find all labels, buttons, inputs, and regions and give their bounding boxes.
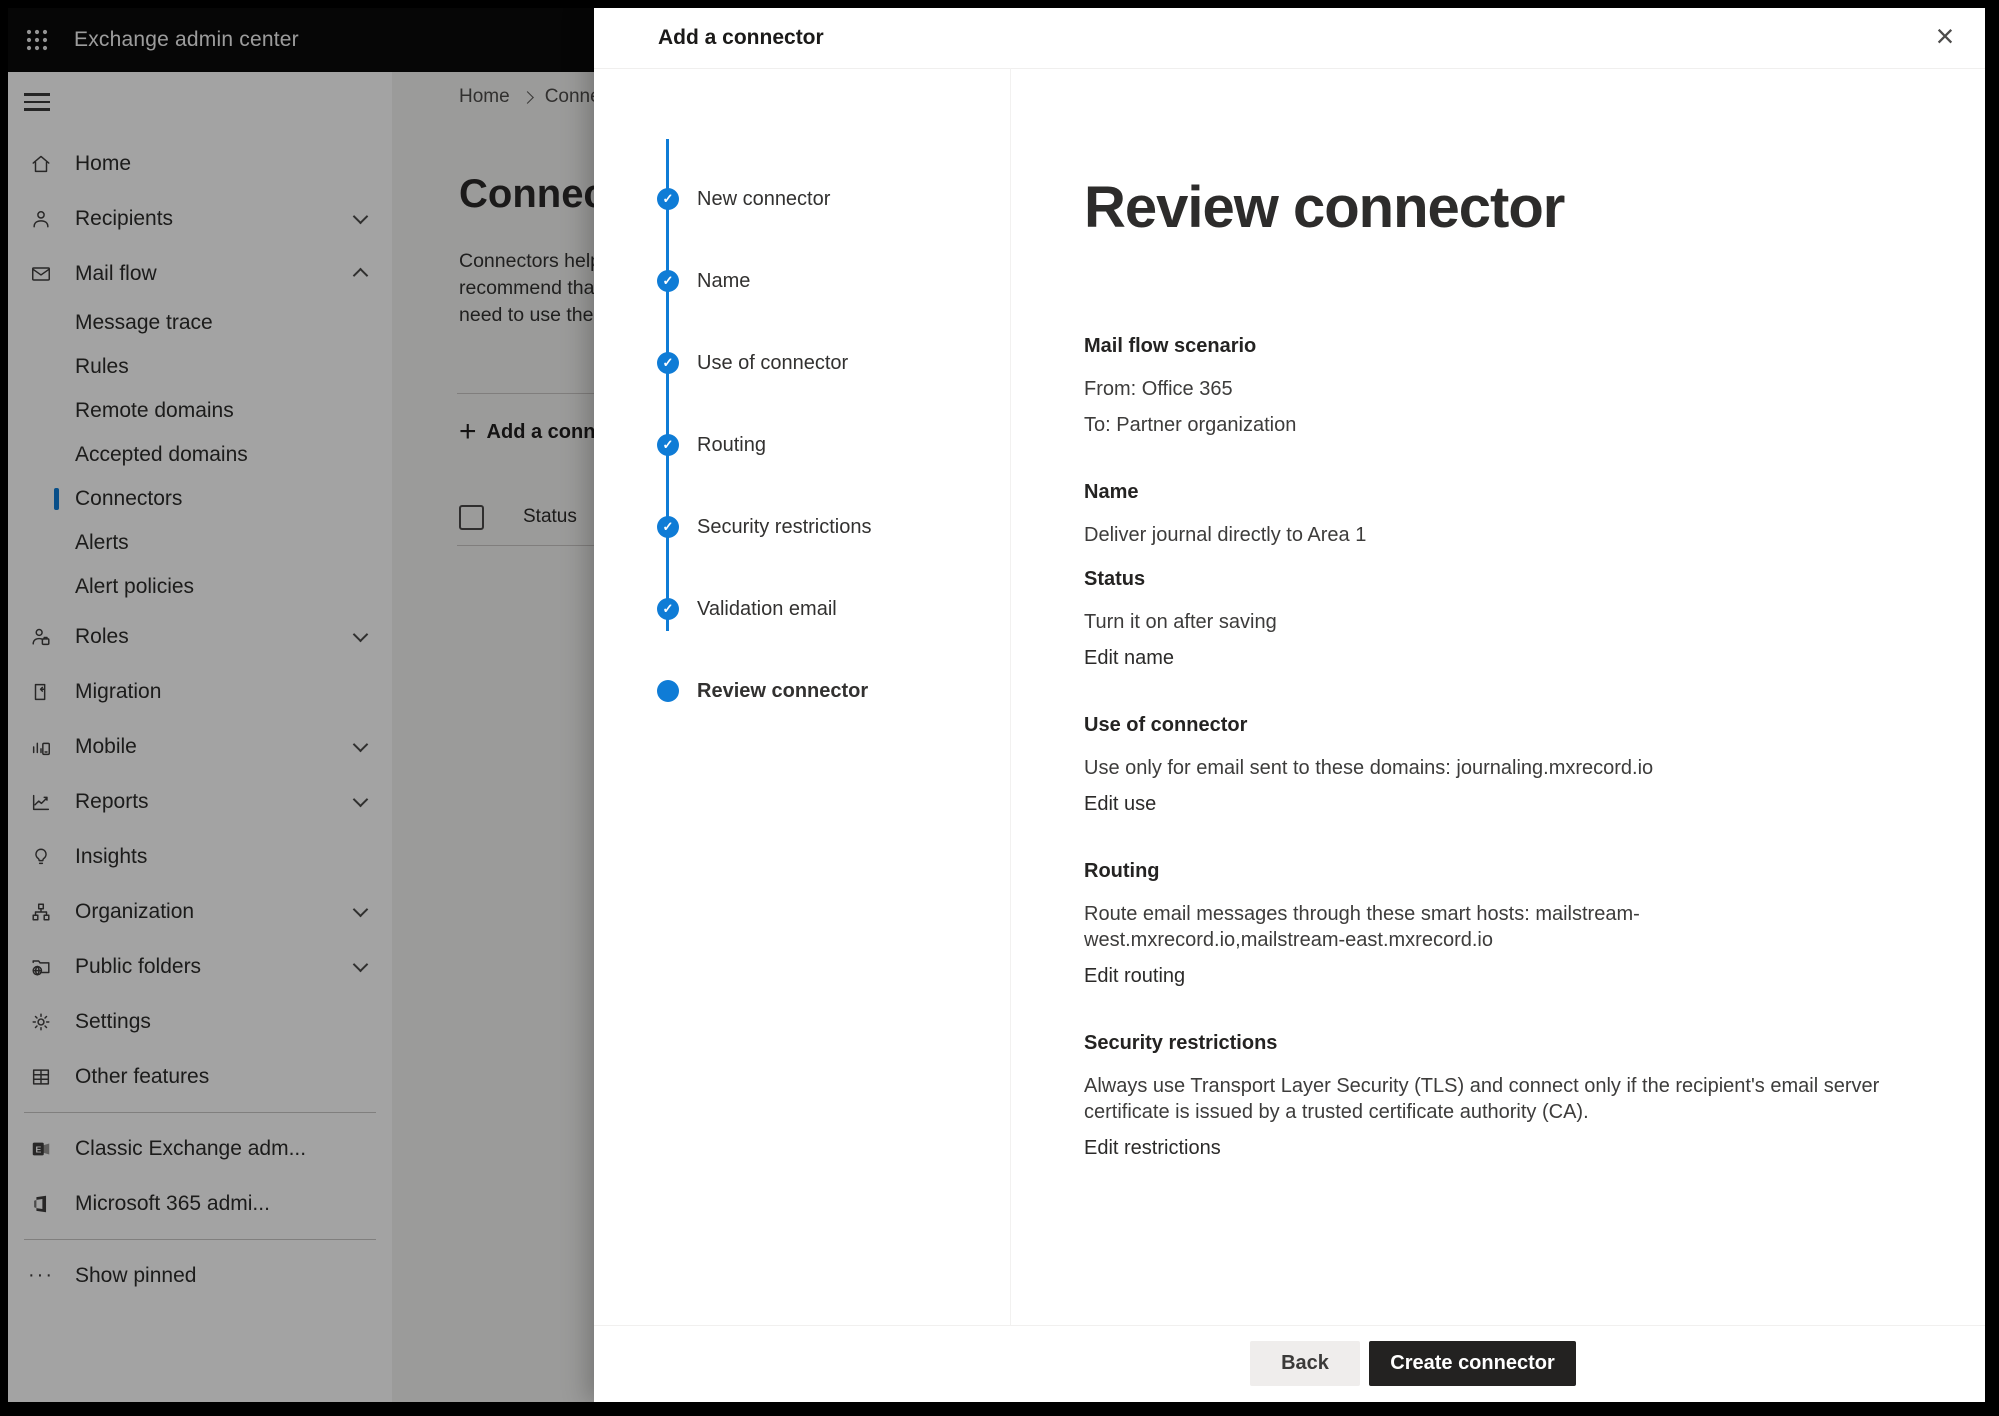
step-current-dot xyxy=(657,680,679,702)
edit-name-link[interactable]: Edit name xyxy=(1084,645,1174,671)
step-check-icon: ✓ xyxy=(657,516,679,538)
section-title: Use of connector xyxy=(1084,711,1884,739)
routing-value: Route email messages through these smart… xyxy=(1084,901,1884,953)
step-use-of-connector[interactable]: ✓ Use of connector xyxy=(594,348,1010,378)
step-check-icon: ✓ xyxy=(657,270,679,292)
create-connector-button[interactable]: Create connector xyxy=(1369,1341,1576,1386)
section-title: Security restrictions xyxy=(1084,1029,1884,1057)
step-check-icon: ✓ xyxy=(657,188,679,210)
section-routing: Routing Route email messages through the… xyxy=(1084,857,1884,989)
step-check-icon: ✓ xyxy=(657,434,679,456)
add-connector-modal: Add a connector × ✓ New connector ✓ Name… xyxy=(594,8,1985,1402)
section-security-restrictions: Security restrictions Always use Transpo… xyxy=(1084,1029,1884,1161)
step-check-icon: ✓ xyxy=(657,598,679,620)
step-routing[interactable]: ✓ Routing xyxy=(594,430,1010,460)
mail-flow-from: From: Office 365 xyxy=(1084,376,1884,402)
modal-title: Add a connector xyxy=(658,8,824,68)
security-value: Always use Transport Layer Security (TLS… xyxy=(1084,1073,1884,1125)
section-name: Name Deliver journal directly to Area 1 … xyxy=(1084,478,1884,671)
review-heading: Review connector xyxy=(1084,176,1884,240)
close-icon[interactable]: × xyxy=(1925,16,1965,56)
edit-routing-link[interactable]: Edit routing xyxy=(1084,963,1185,989)
status-subtitle: Status xyxy=(1084,565,1884,593)
use-value: Use only for email sent to these domains… xyxy=(1084,755,1884,781)
step-check-icon: ✓ xyxy=(657,352,679,374)
section-mail-flow-scenario: Mail flow scenario From: Office 365 To: … xyxy=(1084,332,1884,438)
modal-header: Add a connector × xyxy=(594,8,1985,69)
edit-restrictions-link[interactable]: Edit restrictions xyxy=(1084,1135,1221,1161)
step-validation-email[interactable]: ✓ Validation email xyxy=(594,594,1010,624)
modal-footer: Back Create connector xyxy=(594,1325,1985,1402)
screen: Exchange admin center Home Recipients Ma… xyxy=(8,8,1985,1402)
section-use-of-connector: Use of connector Use only for email sent… xyxy=(1084,711,1884,817)
wizard-stepper: ✓ New connector ✓ Name ✓ Use of connecto… xyxy=(594,68,1011,1326)
name-value: Deliver journal directly to Area 1 xyxy=(1084,522,1884,548)
step-security-restrictions[interactable]: ✓ Security restrictions xyxy=(594,512,1010,542)
review-panel: Review connector Mail flow scenario From… xyxy=(1010,68,1985,1326)
status-value: Turn it on after saving xyxy=(1084,609,1884,635)
step-new-connector[interactable]: ✓ New connector xyxy=(594,184,1010,214)
edit-use-link[interactable]: Edit use xyxy=(1084,791,1156,817)
step-review-connector[interactable]: Review connector xyxy=(594,676,1010,706)
back-button[interactable]: Back xyxy=(1250,1341,1360,1386)
section-title: Name xyxy=(1084,478,1884,506)
section-title: Mail flow scenario xyxy=(1084,332,1884,360)
step-name[interactable]: ✓ Name xyxy=(594,266,1010,296)
mail-flow-to: To: Partner organization xyxy=(1084,412,1884,438)
section-title: Routing xyxy=(1084,857,1884,885)
